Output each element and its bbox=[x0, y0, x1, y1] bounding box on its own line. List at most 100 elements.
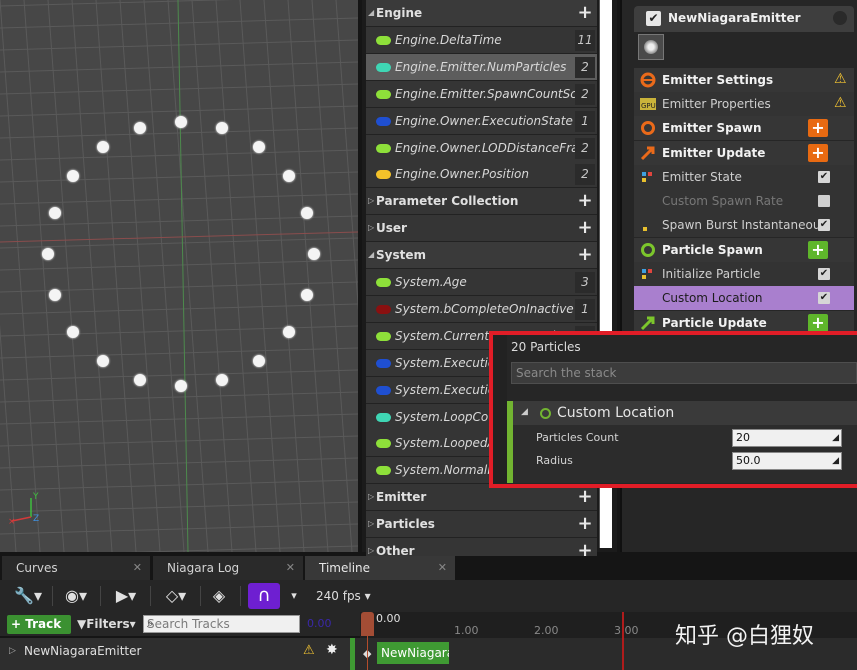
stack-search-input[interactable]: Search the stack bbox=[511, 362, 857, 384]
parameter-row[interactable]: Engine.Emitter.SpawnCountSca 2 bbox=[366, 80, 597, 108]
warning-icon: ⚠ bbox=[303, 643, 315, 658]
module-enabled-checkbox[interactable]: ✔ bbox=[818, 171, 830, 183]
tick-label: 3.00 bbox=[614, 624, 639, 637]
parameter-row[interactable]: System.Age 3 bbox=[366, 269, 597, 296]
filters-button[interactable]: ▼Filters▾ bbox=[77, 615, 136, 634]
parameter-label: Engine.Owner.ExecutionState bbox=[395, 113, 573, 128]
level-viewport[interactable]: Y Z × bbox=[0, 0, 358, 552]
parameter-row[interactable]: Engine.Owner.Position 2 bbox=[366, 161, 597, 189]
add-module-button[interactable]: + bbox=[808, 314, 828, 332]
emitter-stack-row[interactable]: GPU Emitter Properties ⚠ bbox=[634, 92, 854, 116]
emitter-stack-row[interactable]: Emitter Spawn + bbox=[634, 116, 854, 140]
parameter-reference-count: 3 bbox=[575, 272, 595, 293]
collapse-triangle-icon[interactable]: ▷ bbox=[368, 492, 374, 501]
fps-dropdown[interactable]: 240 fps ▾ bbox=[316, 589, 371, 603]
close-icon[interactable]: ✕ bbox=[286, 556, 295, 580]
magnet-snap-icon[interactable]: ∩ bbox=[248, 583, 280, 609]
emitter-stack-row[interactable]: Emitter Update + bbox=[634, 141, 854, 165]
module-enabled-checkbox[interactable]: ✔ bbox=[818, 292, 830, 304]
parameter-reference-count: 2 bbox=[575, 164, 595, 186]
module-enabled-checkbox[interactable]: ✔ bbox=[818, 268, 830, 280]
tag-icon[interactable]: ◈ bbox=[205, 584, 233, 608]
parameter-category[interactable]: ▷ Parameter Collection + bbox=[366, 188, 597, 216]
emitter-stack-label: Emitter Properties bbox=[662, 97, 771, 111]
parameter-category[interactable]: ◢ System + bbox=[366, 242, 597, 270]
parameter-type-pill-icon bbox=[376, 331, 391, 341]
radius-field[interactable]: 50.0 bbox=[732, 452, 842, 470]
add-track-button[interactable]: + Track ▾ bbox=[7, 615, 71, 650]
emitter-stack-row[interactable]: Spawn Burst Instantaneous ✔ bbox=[634, 213, 854, 237]
emitter-stack-row[interactable]: Initialize Particle ✔ bbox=[634, 262, 854, 286]
collapse-triangle-icon[interactable]: ▷ bbox=[368, 223, 374, 232]
parameter-category[interactable]: ◢ Engine + bbox=[366, 0, 597, 27]
collapse-triangle-icon[interactable]: ◢ bbox=[521, 407, 528, 417]
parameter-label: Engine bbox=[376, 6, 423, 20]
particle-dot bbox=[96, 354, 109, 367]
parameter-row[interactable]: Engine.Emitter.NumParticles 2 bbox=[366, 53, 597, 81]
parameter-category[interactable]: ▷ Emitter + bbox=[366, 484, 597, 512]
collapse-triangle-icon[interactable]: ▷ bbox=[368, 196, 374, 205]
add-parameter-button[interactable]: + bbox=[575, 191, 595, 211]
collapse-triangle-icon[interactable]: ▷ bbox=[368, 546, 374, 555]
tab-curves-label: Curves bbox=[16, 561, 58, 575]
emitter-stack-row[interactable]: Emitter State ✔ bbox=[634, 165, 854, 189]
current-frame-field[interactable]: 0.00 bbox=[307, 617, 332, 630]
particle-dot bbox=[253, 354, 266, 367]
tab-niagara-log[interactable]: Niagara Log ✕ bbox=[153, 556, 303, 580]
add-module-button[interactable]: + bbox=[808, 144, 828, 162]
particles-count-label: Particles Count bbox=[536, 431, 619, 444]
close-icon[interactable]: ✕ bbox=[133, 556, 142, 580]
track-header[interactable]: ▷ NewNiagaraEmitter ⚠ ✸ bbox=[0, 638, 350, 670]
add-parameter-button[interactable]: + bbox=[575, 487, 595, 507]
parameter-category[interactable]: ▷ User + bbox=[366, 215, 597, 243]
search-tracks-input[interactable]: Search Tracks ⌕ bbox=[143, 615, 300, 633]
add-module-button[interactable]: + bbox=[808, 241, 828, 259]
add-module-button[interactable]: + bbox=[808, 119, 828, 137]
add-parameter-button[interactable]: + bbox=[575, 218, 595, 238]
emitter-enabled-checkbox[interactable]: ✔ bbox=[646, 11, 661, 26]
custom-location-module[interactable]: ◢ Custom Location Particles Count 20 Rad… bbox=[507, 401, 857, 483]
parameter-reference-count: 2 bbox=[575, 83, 595, 105]
keyframe-icon[interactable]: ◇▾ bbox=[156, 584, 196, 608]
emitter-stack-row[interactable]: Custom Location ✔ bbox=[634, 286, 854, 310]
parameter-category[interactable]: ▷ Particles + bbox=[366, 511, 597, 539]
emitter-node[interactable]: ✔ NewNiagaraEmitter Emitter Settings ⚠ GPU… bbox=[634, 6, 854, 336]
parameter-reference-count: 1 bbox=[575, 110, 595, 132]
eye-icon[interactable]: ◉▾ bbox=[56, 584, 96, 608]
expand-triangle-icon[interactable]: ◢ bbox=[368, 250, 374, 259]
emitter-stack-row[interactable]: Emitter Settings ⚠ bbox=[634, 68, 854, 92]
emitter-stack-row[interactable]: Particle Spawn + bbox=[634, 238, 854, 262]
particles-count-field[interactable]: 20 bbox=[732, 429, 842, 447]
add-parameter-button[interactable]: + bbox=[575, 3, 595, 23]
emitter-stack-label: Custom Spawn Rate bbox=[662, 194, 784, 208]
parameter-type-pill-icon bbox=[376, 143, 391, 153]
emitter-stack-row[interactable]: Custom Spawn Rate bbox=[634, 189, 854, 213]
collapse-triangle-icon[interactable]: ▷ bbox=[368, 519, 374, 528]
expand-triangle-icon[interactable]: ◢ bbox=[368, 8, 374, 17]
add-parameter-button[interactable]: + bbox=[575, 514, 595, 534]
parameter-row[interactable]: Engine.Owner.ExecutionState 1 bbox=[366, 107, 597, 135]
add-parameter-button[interactable]: + bbox=[575, 245, 595, 265]
parameter-row[interactable]: Engine.DeltaTime 11 bbox=[366, 26, 597, 54]
parameter-row[interactable]: System.bCompleteOnInactive 1 bbox=[366, 295, 597, 323]
close-icon[interactable]: ✕ bbox=[438, 556, 447, 580]
module-header[interactable]: ◢ Custom Location bbox=[513, 401, 857, 425]
parameter-row[interactable]: Engine.Owner.LODDistanceFra 2 bbox=[366, 134, 597, 162]
module-enabled-checkbox[interactable] bbox=[818, 195, 830, 207]
play-icon[interactable]: ▶▾ bbox=[106, 584, 146, 608]
tab-timeline[interactable]: Timeline ✕ bbox=[305, 556, 455, 580]
tab-curves[interactable]: Curves ✕ bbox=[2, 556, 150, 580]
chevron-down-icon[interactable]: ▾ bbox=[286, 584, 302, 608]
wrench-icon[interactable]: 🔧▾ bbox=[8, 584, 48, 608]
expand-triangle-icon[interactable]: ▷ bbox=[9, 646, 16, 656]
emitter-section-bar[interactable]: NewNiagaraEmitter bbox=[377, 642, 449, 664]
emitter-options-icon[interactable] bbox=[833, 11, 847, 25]
emitter-stack-label: Initialize Particle bbox=[662, 267, 761, 281]
parameter-label: Engine.Emitter.NumParticles bbox=[395, 59, 567, 74]
end-time-marker bbox=[622, 612, 624, 670]
playhead-handle[interactable] bbox=[361, 612, 374, 636]
emitter-node-header[interactable]: ✔ NewNiagaraEmitter bbox=[634, 6, 854, 32]
module-enabled-checkbox[interactable]: ✔ bbox=[818, 219, 830, 231]
emitter-stack-label: Particle Spawn bbox=[662, 243, 763, 257]
particle-dot bbox=[282, 170, 295, 183]
